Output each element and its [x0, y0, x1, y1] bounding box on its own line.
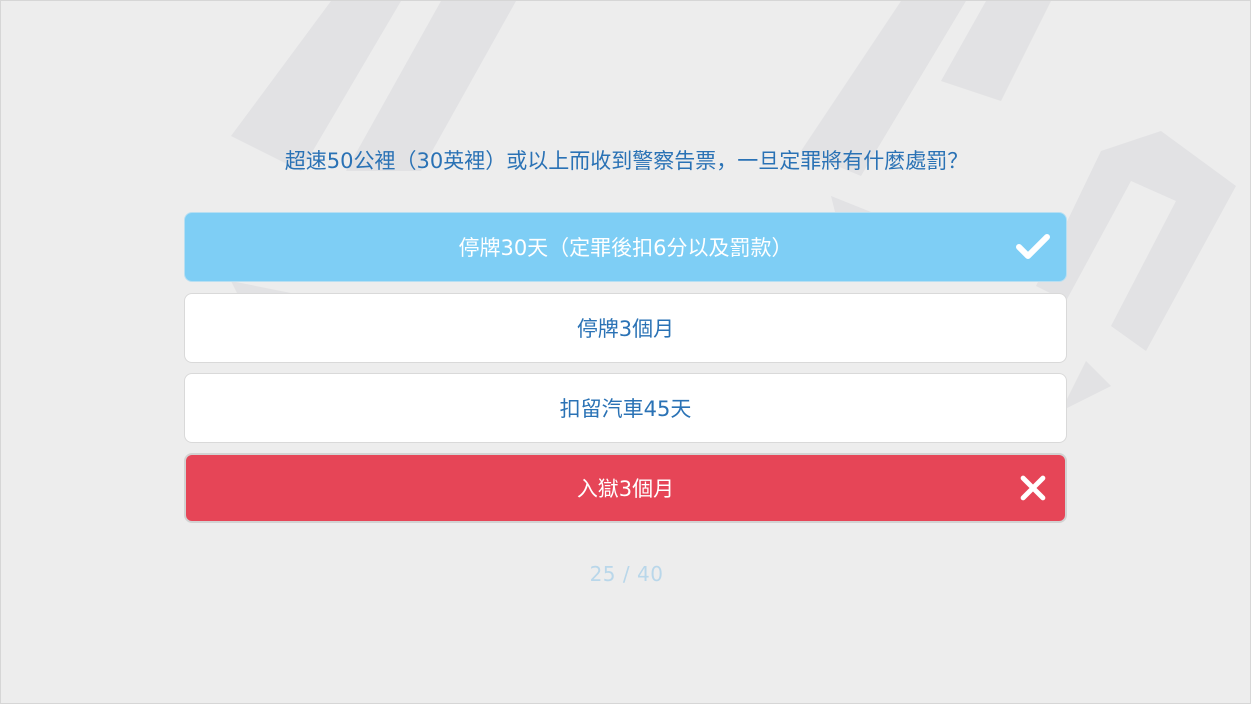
answer-option-label: 停牌30天（定罪後扣6分以及罰款） — [458, 236, 793, 260]
check-icon — [1016, 234, 1050, 259]
question-text: 超速50公裡（30英裡）或以上而收到警察告票，一旦定罪將有什麼處罰？ — [284, 149, 969, 173]
answer-option-label: 扣留汽車45天 — [559, 397, 692, 421]
quiz-screen: 超速50公裡（30英裡）或以上而收到警察告票，一旦定罪將有什麼處罰？ 停牌30天… — [0, 0, 1251, 704]
answer-option-label: 停牌3個月 — [576, 317, 675, 341]
answer-option-label: 入獄3個月 — [576, 477, 675, 501]
answer-option-3[interactable]: 扣留汽車45天 — [184, 373, 1067, 443]
cross-icon — [1020, 475, 1046, 501]
answer-option-1[interactable]: 停牌30天（定罪後扣6分以及罰款） — [184, 212, 1067, 282]
answer-option-2[interactable]: 停牌3個月 — [184, 293, 1067, 363]
question-progress: 25 / 40 — [589, 562, 664, 586]
answer-option-4[interactable]: 入獄3個月 — [184, 453, 1067, 523]
